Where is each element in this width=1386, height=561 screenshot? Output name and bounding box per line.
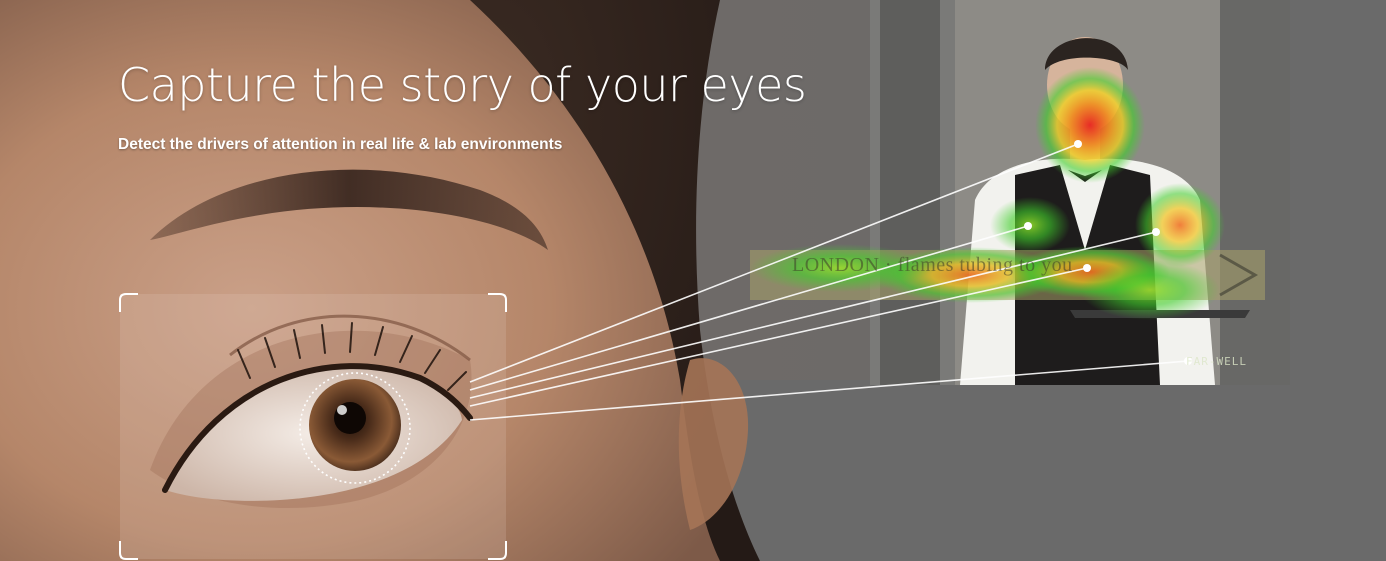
hero-subtitle: Detect the drivers of attention in real … [118,136,563,153]
scene-sign-text: FAR-WELL [1186,355,1247,368]
hero-banner: LONDON · flames tubing to you FAR-WELL C… [0,0,1386,561]
hero-title: Capture the story of your eyes [118,58,807,112]
scene-banner-text: LONDON · flames tubing to you [792,254,1073,276]
